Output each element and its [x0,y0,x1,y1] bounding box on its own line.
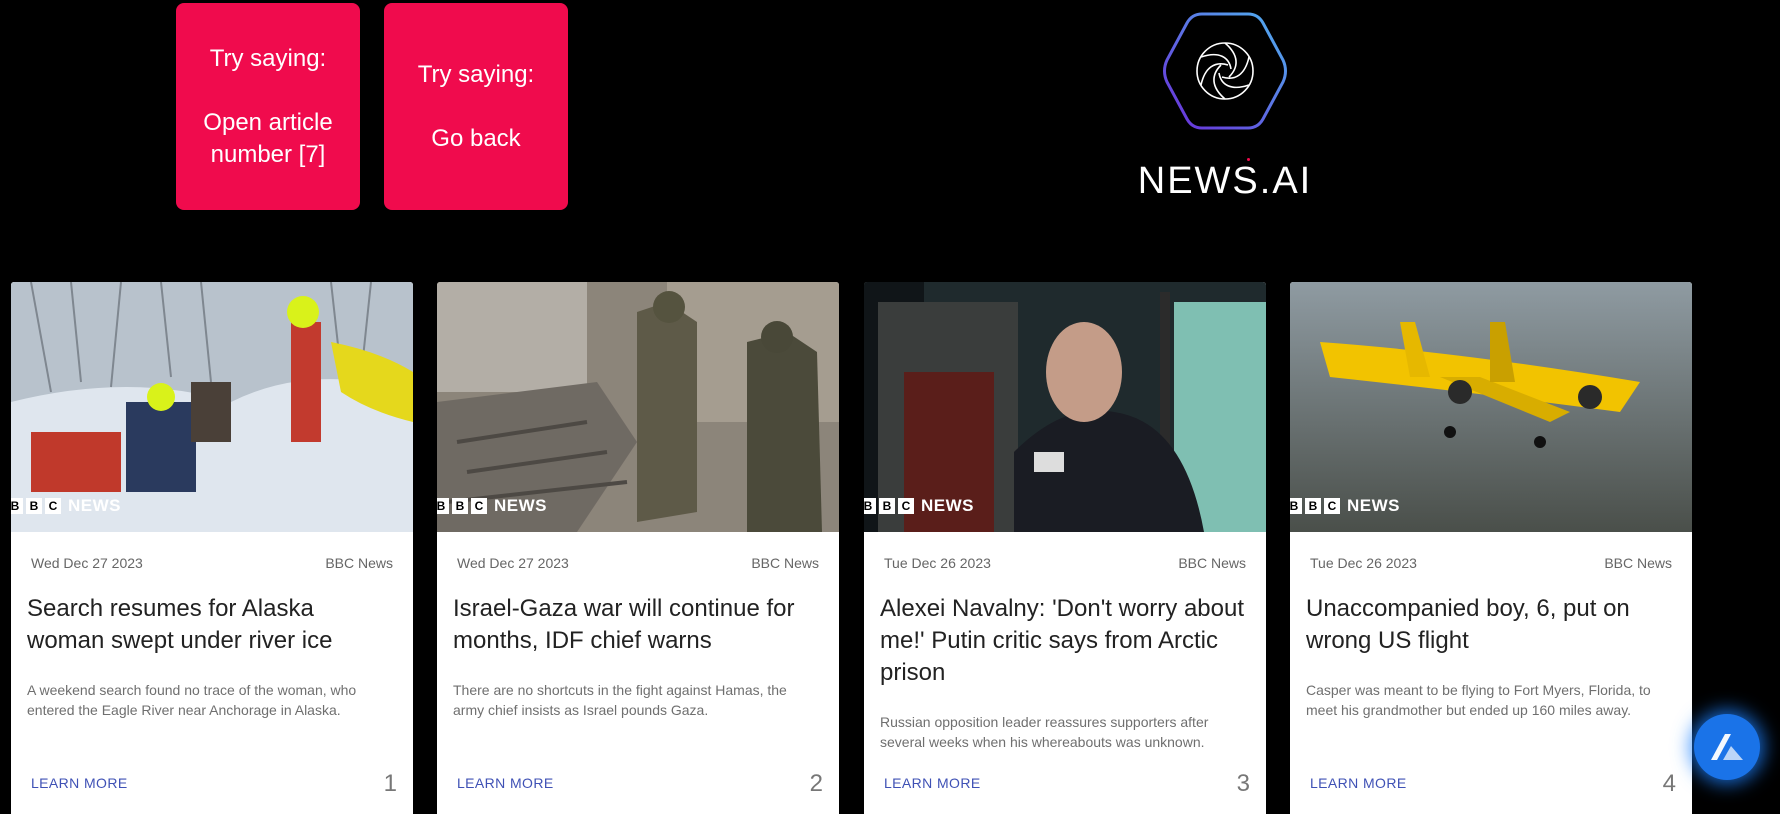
voice-hint-card: Try saying: Go back [384,3,568,210]
alan-assistant-icon [1711,734,1743,760]
article-description: There are no shortcuts in the fight agai… [453,682,787,718]
hint-command: Open article number [7] [203,108,333,168]
article-number: 3 [1236,770,1250,797]
hint-command: Go back [431,124,521,152]
article-source: BBC News [1604,555,1672,571]
article-date: Tue Dec 26 2023 [1310,555,1417,571]
article-title[interactable]: Alexei Navalny: 'Don't worry about me!' … [864,593,1266,689]
article-title[interactable]: Search resumes for Alaska woman swept un… [11,593,413,657]
article-card[interactable]: BBC NEWS Tue Dec 26 2023 BBC News Unacco… [1290,282,1692,814]
article-source: BBC News [1178,555,1246,571]
article-number: 4 [1662,770,1676,797]
article-card[interactable]: BBC NEWS Wed Dec 27 2023 BBC News Israel… [437,282,839,814]
article-card[interactable]: BBC NEWS Tue Dec 26 2023 BBC News Alexei… [864,282,1266,814]
bbc-news-badge: BBC NEWS [437,496,547,516]
news-ai-app: Try saying: Open article number [7] Try … [0,0,1780,814]
article-description: Russian opposition leader reassures supp… [880,714,1209,750]
article-card[interactable]: BBC NEWS Wed Dec 27 2023 BBC News Search… [11,282,413,814]
learn-more-link[interactable]: LEARN MORE [884,775,981,791]
article-image[interactable]: BBC NEWS [437,282,839,532]
aperture-hexagon-icon [1163,12,1287,130]
voice-hint-card: Try saying: Open article number [7] [176,3,360,210]
learn-more-link[interactable]: LEARN MORE [31,775,128,791]
article-number: 2 [809,770,823,797]
article-source: BBC News [751,555,819,571]
article-source: BBC News [325,555,393,571]
hint-label: Try saying: [209,44,327,72]
article-title[interactable]: Unaccompanied boy, 6, put on wrong US fl… [1290,593,1692,657]
article-date: Wed Dec 27 2023 [457,555,569,571]
article-number: 1 [383,770,397,797]
article-date: Wed Dec 27 2023 [31,555,143,571]
article-date: Tue Dec 26 2023 [884,555,991,571]
article-image[interactable]: BBC NEWS [11,282,413,532]
bbc-news-badge: BBC NEWS [864,496,974,516]
hint-label: Try saying: [417,60,535,88]
voice-assistant-button[interactable] [1694,714,1760,780]
article-image[interactable]: BBC NEWS [1290,282,1692,532]
news-ai-logo: NEWS.AI [1100,8,1350,208]
learn-more-link[interactable]: LEARN MORE [1310,775,1407,791]
logo-accent-dot [1247,158,1250,161]
article-description: Casper was meant to be flying to Fort My… [1306,682,1651,718]
logo-text: NEWS.AI [1137,160,1313,202]
article-title[interactable]: Israel-Gaza war will continue for months… [437,593,839,657]
article-image[interactable]: BBC NEWS [864,282,1266,532]
learn-more-link[interactable]: LEARN MORE [457,775,554,791]
bbc-news-badge: BBC NEWS [11,496,121,516]
article-description: A weekend search found no trace of the w… [27,682,357,718]
bbc-news-badge: BBC NEWS [1290,496,1400,516]
